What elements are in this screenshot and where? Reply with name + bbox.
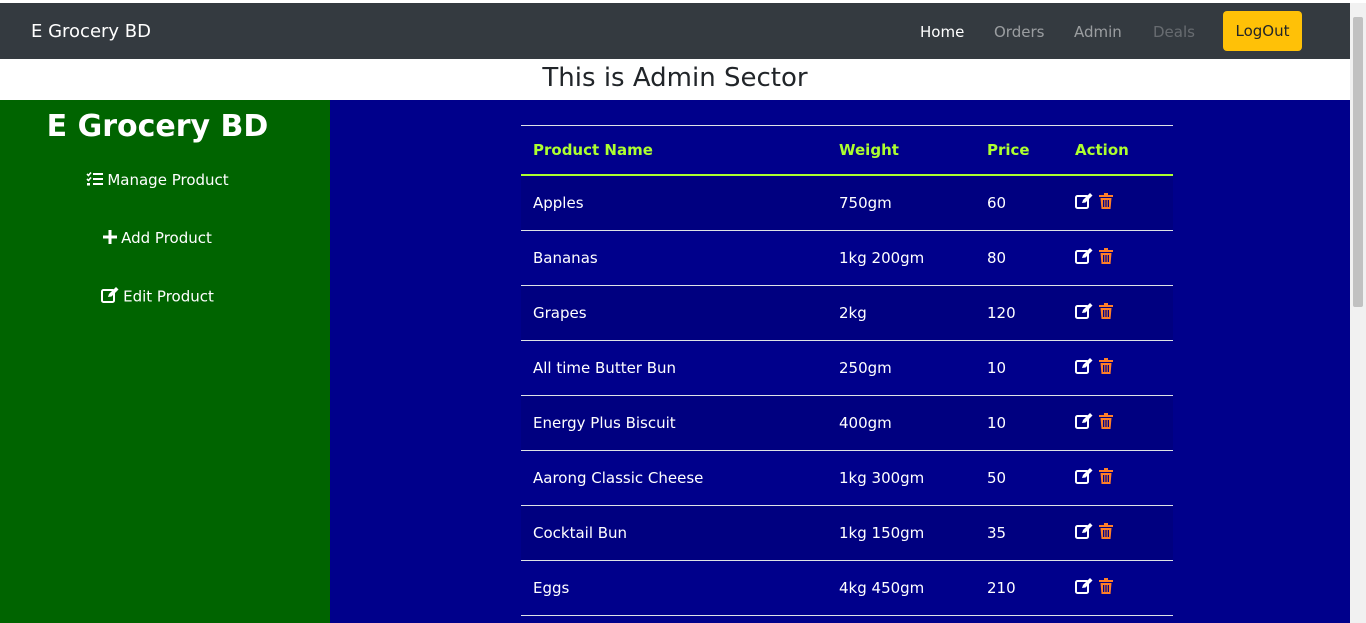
cell-action (1063, 560, 1173, 616)
cell-action (1063, 285, 1173, 341)
tasks-icon (86, 171, 104, 190)
cell-price: 10 (975, 395, 1063, 451)
table-row: Cocktail Bun 1kg 150gm 35 (521, 505, 1173, 561)
cell-price: 50 (975, 450, 1063, 506)
sidebar-item-label: Add Product (121, 229, 212, 247)
sidebar-item-label: Edit Product (123, 287, 214, 306)
table-row: Bananas 1kg 200gm 80 (521, 230, 1173, 286)
sidebar: E Grocery BD Manage Product Add Product (0, 100, 330, 623)
edit-icon[interactable] (1075, 248, 1093, 268)
page-scrollbar[interactable] (1350, 3, 1366, 623)
logout-button[interactable]: LogOut (1223, 11, 1302, 51)
top-navbar: E Grocery BD Home Orders Admin Deals Log… (0, 3, 1350, 59)
cell-product-name: Aarong Classic Cheese (521, 450, 827, 506)
cell-product-name: Energy Plus Biscuit (521, 395, 827, 451)
cell-weight: 400gm (827, 395, 975, 451)
navbar-brand[interactable]: E Grocery BD (31, 21, 151, 42)
cell-weight: 1kg 300gm (827, 450, 975, 506)
cell-price: 10 (975, 340, 1063, 396)
cell-product-name: All time Butter Bun (521, 340, 827, 396)
cell-price: 60 (975, 175, 1063, 231)
nav-link-home[interactable]: Home (920, 23, 964, 41)
table-row: Eggs 4kg 450gm 210 (521, 560, 1173, 616)
page-title: This is Admin Sector (542, 63, 808, 93)
cell-product-name: Apples (521, 175, 827, 231)
cell-weight: 2kg (827, 285, 975, 341)
cell-weight: 1kg 150gm (827, 505, 975, 561)
trash-icon[interactable] (1099, 303, 1113, 323)
cell-action (1063, 395, 1173, 451)
sidebar-item-edit-product[interactable]: Edit Product (0, 287, 315, 307)
edit-icon[interactable] (1075, 413, 1093, 433)
edit-icon[interactable] (1075, 523, 1093, 543)
edit-icon[interactable] (1075, 468, 1093, 488)
trash-icon[interactable] (1099, 358, 1113, 378)
edit-icon[interactable] (1075, 578, 1093, 598)
cell-action (1063, 340, 1173, 396)
cell-price: 80 (975, 230, 1063, 286)
plus-icon (103, 229, 118, 248)
header-product-name: Product Name (521, 125, 827, 176)
header-action: Action (1063, 125, 1173, 176)
trash-icon[interactable] (1099, 413, 1113, 433)
cell-product-name: Grapes (521, 285, 827, 341)
trash-icon[interactable] (1099, 468, 1113, 488)
trash-icon[interactable] (1099, 193, 1113, 213)
table-row: Aarong Classic Cheese 1kg 300gm 50 (521, 450, 1173, 506)
edit-icon (101, 287, 119, 307)
table-header-row: Product Name Weight Price Action (521, 125, 1173, 176)
cell-product-name: Eggs (521, 560, 827, 616)
table-row: Grapes 2kg 120 (521, 285, 1173, 341)
table-row: All time Butter Bun 250gm 10 (521, 340, 1173, 396)
cell-weight: 750gm (827, 175, 975, 231)
scrollbar-thumb[interactable] (1353, 17, 1363, 307)
cell-price: 210 (975, 560, 1063, 616)
header-price: Price (975, 125, 1063, 176)
edit-icon[interactable] (1075, 193, 1093, 213)
cell-weight: 4kg 450gm (827, 560, 975, 616)
cell-product-name: Cocktail Bun (521, 505, 827, 561)
cell-action (1063, 505, 1173, 561)
cell-action (1063, 450, 1173, 506)
cell-weight: 1kg 200gm (827, 230, 975, 286)
cell-action (1063, 230, 1173, 286)
table-row: Apples 750gm 60 (521, 175, 1173, 231)
product-table: Product Name Weight Price Action Apples 7… (521, 125, 1173, 616)
edit-icon[interactable] (1075, 358, 1093, 378)
table-row: Energy Plus Biscuit 400gm 10 (521, 395, 1173, 451)
sidebar-brand: E Grocery BD (46, 109, 269, 144)
nav-link-deals: Deals (1153, 23, 1195, 41)
main-content: Product Name Weight Price Action Apples 7… (330, 100, 1350, 623)
sidebar-item-label: Manage Product (107, 171, 229, 189)
nav-link-orders[interactable]: Orders (994, 23, 1044, 41)
header-weight: Weight (827, 125, 975, 176)
cell-price: 35 (975, 505, 1063, 561)
cell-price: 120 (975, 285, 1063, 341)
cell-product-name: Bananas (521, 230, 827, 286)
sidebar-item-manage-product[interactable]: Manage Product (0, 171, 315, 190)
cell-weight: 250gm (827, 340, 975, 396)
cell-action (1063, 175, 1173, 231)
sidebar-item-add-product[interactable]: Add Product (0, 229, 315, 248)
trash-icon[interactable] (1099, 578, 1113, 598)
nav-link-admin[interactable]: Admin (1074, 23, 1122, 41)
trash-icon[interactable] (1099, 248, 1113, 268)
edit-icon[interactable] (1075, 303, 1093, 323)
trash-icon[interactable] (1099, 523, 1113, 543)
